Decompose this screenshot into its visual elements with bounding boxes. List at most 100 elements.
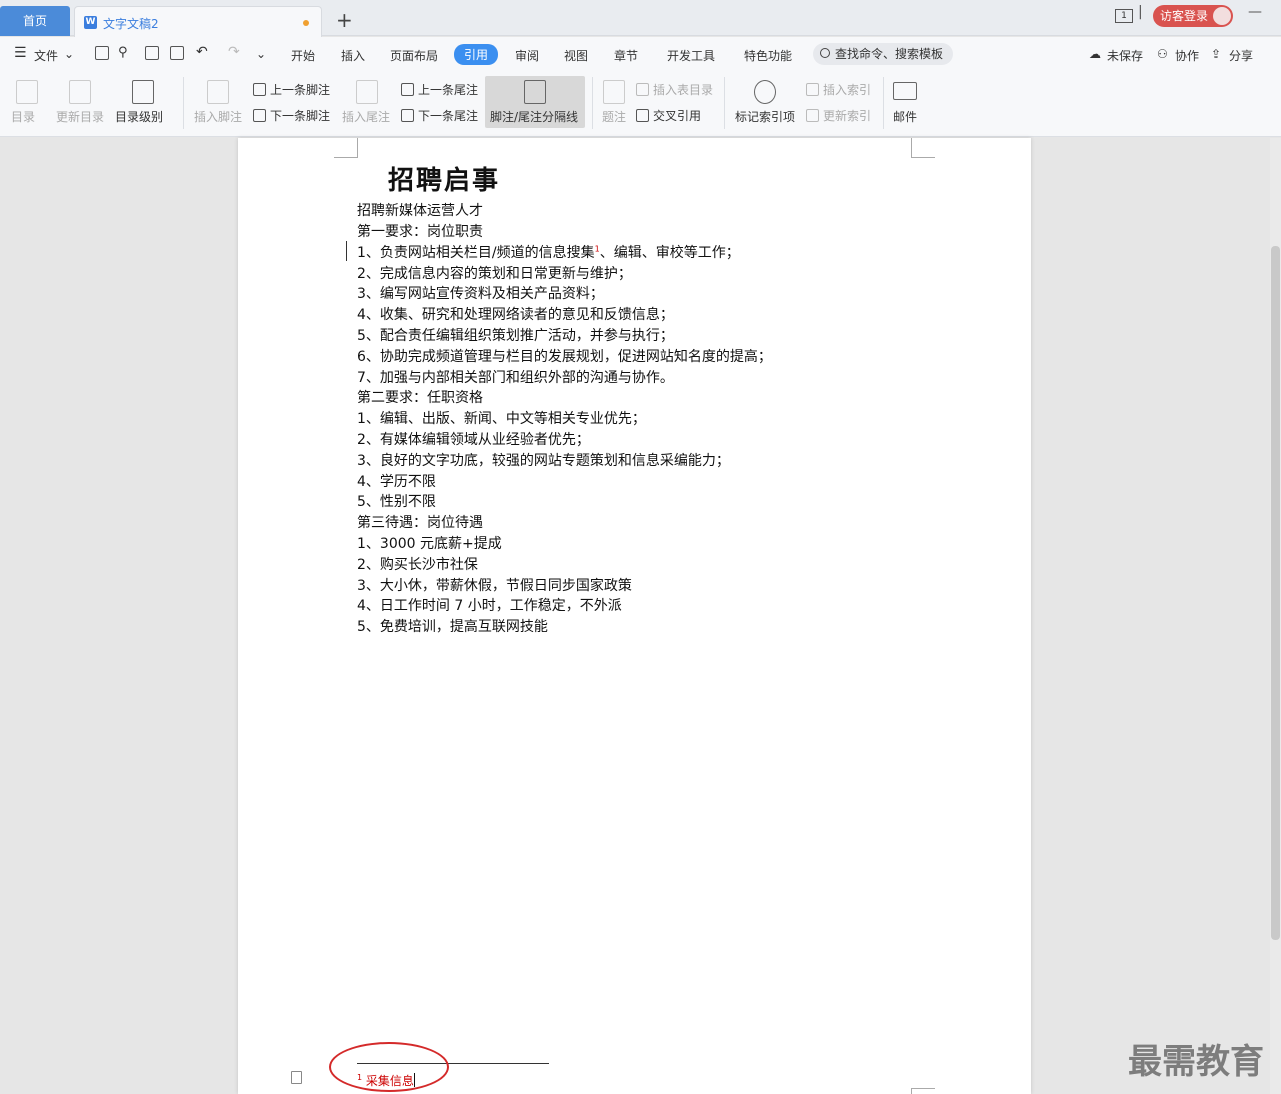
menu-special[interactable]: 特色功能 <box>744 47 792 64</box>
menu-start[interactable]: 开始 <box>291 47 315 64</box>
doc-line: 4、收集、研究和处理网络读者的意见和反馈信息； <box>357 307 674 323</box>
login-button[interactable]: 访客登录 <box>1153 5 1233 27</box>
collab-icon: ⚇ <box>1157 47 1168 61</box>
caption-button[interactable]: 题注 <box>602 108 626 125</box>
menu-page-layout[interactable]: 页面布局 <box>390 47 438 64</box>
cross-reference-icon <box>636 109 649 122</box>
insert-endnote-button[interactable]: 插入尾注 <box>342 108 390 125</box>
doc-line-part: 1、负责网站相关栏目/频道的信息搜集 <box>357 245 595 261</box>
undo-icon[interactable]: ↶ <box>196 44 208 60</box>
doc-line: 5、配合责任编辑组织策划推广活动，并参与执行； <box>357 328 674 344</box>
cross-reference-button[interactable]: 交叉引用 <box>636 107 701 124</box>
menu-view[interactable]: 视图 <box>564 47 588 64</box>
cloud-icon: ☁ <box>1089 47 1101 61</box>
menu-section[interactable]: 章节 <box>614 47 638 64</box>
mark-index-button[interactable]: 标记索引项 <box>735 108 795 125</box>
update-toc-icon <box>69 80 91 104</box>
redo-icon[interactable]: ↷ <box>228 44 240 60</box>
doc-line: 2、完成信息内容的策划和日常更新与维护； <box>357 266 632 282</box>
update-index-button[interactable]: 更新索引 <box>806 107 871 124</box>
insert-index-icon <box>806 83 819 96</box>
ribbon-separator <box>183 77 184 129</box>
margin-corner <box>911 138 935 158</box>
search-icon <box>820 48 830 58</box>
doc-line: 3、良好的文字功底，较强的网站专题策划和信息采编能力； <box>357 453 730 469</box>
tab-document[interactable]: W 文字文稿2 <box>74 6 322 37</box>
doc-line-part: 、编辑、审校等工作； <box>599 245 740 261</box>
quick-access-more-icon[interactable]: ⌄ <box>256 47 266 61</box>
prev-footnote-button[interactable]: 上一条脚注 <box>253 81 330 98</box>
login-label: 访客登录 <box>1160 9 1209 23</box>
minimize-icon[interactable]: — <box>1248 4 1262 20</box>
tab-bar: 首页 W 文字文稿2 + 1 | 访客登录 — <box>0 0 1281 37</box>
toc-level-button[interactable]: 目录级别 <box>115 108 163 125</box>
menu-reference[interactable]: 引用 <box>454 44 499 65</box>
tab-home[interactable]: 首页 <box>0 6 70 36</box>
ribbon-reference: 目录 更新目录 目录级别 插入脚注 上一条脚注 下一条脚注 插入尾注 上一条尾注… <box>0 71 1281 137</box>
scrollbar-thumb[interactable] <box>1271 246 1280 940</box>
doc-line: 第三待遇：岗位待遇 <box>357 515 483 531</box>
insert-figure-table-button[interactable]: 插入表目录 <box>636 81 713 98</box>
command-search-input[interactable]: 查找命令、搜索模板 <box>813 43 953 65</box>
unsaved-dot-icon <box>303 20 309 26</box>
ribbon-separator <box>724 77 725 129</box>
doc-line: 5、性别不限 <box>357 494 436 510</box>
toc-button[interactable]: 目录 <box>11 108 35 125</box>
tab-document-title: 文字文稿2 <box>103 17 159 31</box>
prev-endnote-button[interactable]: 上一条尾注 <box>401 81 478 98</box>
doc-line: 4、日工作时间 7 小时，工作稳定，不外派 <box>357 598 622 614</box>
doc-line: 第二要求：任职资格 <box>357 390 483 406</box>
menu-dev-tools[interactable]: 开发工具 <box>667 47 715 64</box>
update-index-icon <box>806 109 819 122</box>
footnote-doc-icon[interactable] <box>291 1071 302 1084</box>
save-icon[interactable] <box>95 46 109 60</box>
vertical-scrollbar[interactable] <box>1270 138 1281 1094</box>
fn-separator-icon <box>524 80 546 104</box>
update-toc-button[interactable]: 更新目录 <box>56 108 104 125</box>
unsaved-status[interactable]: 未保存 <box>1107 47 1143 64</box>
margin-corner <box>334 138 358 158</box>
document-area: 招聘启事 招聘新媒体运营人才 第一要求：岗位职责 1、负责网站相关栏目/频道的信… <box>0 138 1270 1094</box>
search-placeholder: 查找命令、搜索模板 <box>835 47 944 61</box>
doc-line: 第一要求：岗位职责 <box>357 224 483 240</box>
next-endnote-button[interactable]: 下一条尾注 <box>401 107 478 124</box>
menu-review[interactable]: 审阅 <box>515 47 539 64</box>
menu-insert[interactable]: 插入 <box>341 47 365 64</box>
share-button[interactable]: 分享 <box>1229 47 1253 64</box>
hamburger-icon[interactable]: ☰ <box>14 45 27 61</box>
mail-button[interactable]: 邮件 <box>893 108 917 125</box>
mail-icon <box>893 82 917 100</box>
margin-corner <box>911 1088 935 1094</box>
ribbon-separator <box>592 77 593 129</box>
annotation-circle <box>329 1042 449 1092</box>
avatar-icon <box>1213 7 1231 25</box>
insert-footnote-icon <box>207 80 229 104</box>
mark-index-icon <box>754 80 776 104</box>
doc-line: 3、编写网站宣传资料及相关产品资料； <box>357 286 604 302</box>
fn-separator-label: 脚注/尾注分隔线 <box>490 110 579 124</box>
chevron-down-icon[interactable]: ⌄ <box>64 47 74 61</box>
collab-button[interactable]: 协作 <box>1175 47 1199 64</box>
document-title: 招聘启事 <box>388 166 501 196</box>
doc-line: 1、负责网站相关栏目/频道的信息搜集1、编辑、审校等工作； <box>357 242 740 262</box>
prev-footnote-icon <box>253 83 266 96</box>
document-page[interactable]: 招聘启事 招聘新媒体运营人才 第一要求：岗位职责 1、负责网站相关栏目/频道的信… <box>238 138 1031 1094</box>
new-tab-plus-icon[interactable]: + <box>336 8 353 32</box>
toc-icon <box>16 80 38 104</box>
insert-endnote-icon <box>356 80 378 104</box>
doc-line: 6、协助完成频道管理与栏目的发展规划，促进网站知名度的提高； <box>357 349 772 365</box>
print-preview-icon[interactable] <box>170 46 184 60</box>
format-painter-icon[interactable]: ⚲ <box>118 45 128 60</box>
doc-line: 2、购买长沙市社保 <box>357 557 478 573</box>
insert-footnote-button[interactable]: 插入脚注 <box>194 108 242 125</box>
change-bar <box>346 241 347 261</box>
next-footnote-button[interactable]: 下一条脚注 <box>253 107 330 124</box>
writer-icon: W <box>84 16 97 29</box>
next-endnote-icon <box>401 109 414 122</box>
page-indicator[interactable]: 1 <box>1115 9 1133 23</box>
menu-file[interactable]: 文件 <box>34 47 58 64</box>
doc-line: 2、有媒体编辑领域从业经验者优先； <box>357 432 590 448</box>
print-icon[interactable] <box>145 46 159 60</box>
insert-index-button[interactable]: 插入索引 <box>806 81 871 98</box>
next-footnote-icon <box>253 109 266 122</box>
